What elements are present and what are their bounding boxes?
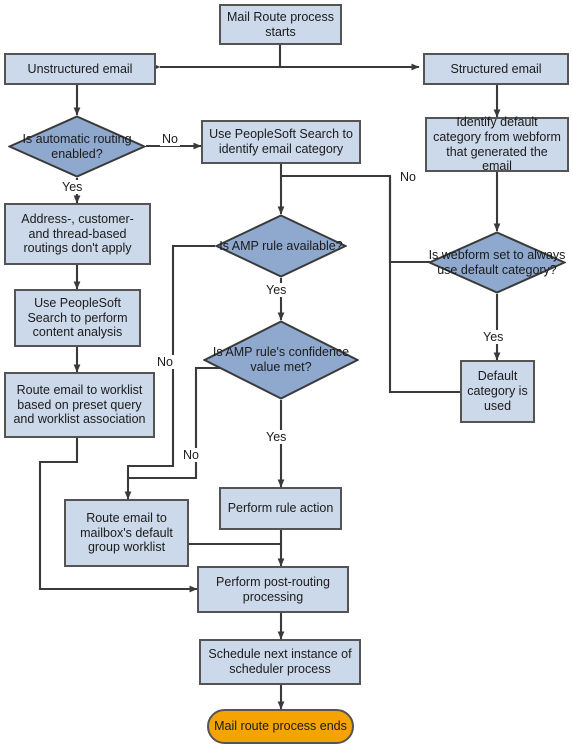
- edge-label-webform-yes: Yes: [481, 330, 506, 344]
- node-label: Is automatic routing enabled?: [22, 131, 132, 161]
- node-use-peoplesoft-search-identify-category: Use PeopleSoft Search to identify email …: [201, 120, 361, 164]
- node-schedule-next-instance: Schedule next instance of scheduler proc…: [199, 639, 361, 685]
- node-route-email-to-worklist: Route email to worklist based on preset …: [4, 372, 155, 438]
- node-structured-email: Structured email: [423, 53, 569, 85]
- node-is-automatic-routing-enabled: Is automatic routing enabled?: [8, 115, 146, 178]
- node-address-customer-thread-routings: Address-, customer- and thread-based rou…: [4, 203, 151, 265]
- edge-label-amp-available-yes: Yes: [264, 283, 289, 297]
- edge-label-webform-no: No: [398, 170, 418, 184]
- node-route-email-mailbox-default-group-worklist: Route email to mailbox's default group w…: [64, 499, 189, 567]
- node-is-amp-rule-available: Is AMP rule available?: [215, 214, 347, 278]
- node-label: Is AMP rule available?: [219, 238, 343, 253]
- node-is-webform-set-default-category: Is webform set to always use default cat…: [428, 231, 566, 294]
- node-label: Is webform set to always use default cat…: [428, 247, 566, 277]
- edge-label-confidence-yes: Yes: [264, 430, 289, 444]
- node-unstructured-email: Unstructured email: [4, 53, 156, 85]
- edge-label-routing-yes: Yes: [60, 180, 85, 194]
- node-perform-rule-action: Perform rule action: [219, 487, 342, 530]
- node-use-peoplesoft-search-content-analysis: Use PeopleSoft Search to perform content…: [14, 289, 141, 347]
- edge-label-amp-available-no: No: [155, 355, 175, 369]
- node-is-amp-rule-confidence-value-met: Is AMP rule's confidence value met?: [203, 320, 359, 400]
- node-default-category-is-used: Default category is used: [460, 360, 535, 423]
- node-label: Is AMP rule's confidence value met?: [212, 345, 350, 374]
- node-mail-route-process-ends: Mail route process ends: [207, 709, 354, 744]
- node-mail-route-process-starts: Mail Route process starts: [219, 4, 342, 45]
- edge-label-routing-no: No: [160, 132, 180, 146]
- flowchart-canvas: Mail Route process starts Unstructured e…: [0, 0, 573, 750]
- edge-label-confidence-no: No: [181, 448, 201, 462]
- node-perform-post-routing-processing: Perform post-routing processing: [197, 566, 349, 613]
- node-identify-default-category: Identify default category from webform t…: [425, 115, 569, 173]
